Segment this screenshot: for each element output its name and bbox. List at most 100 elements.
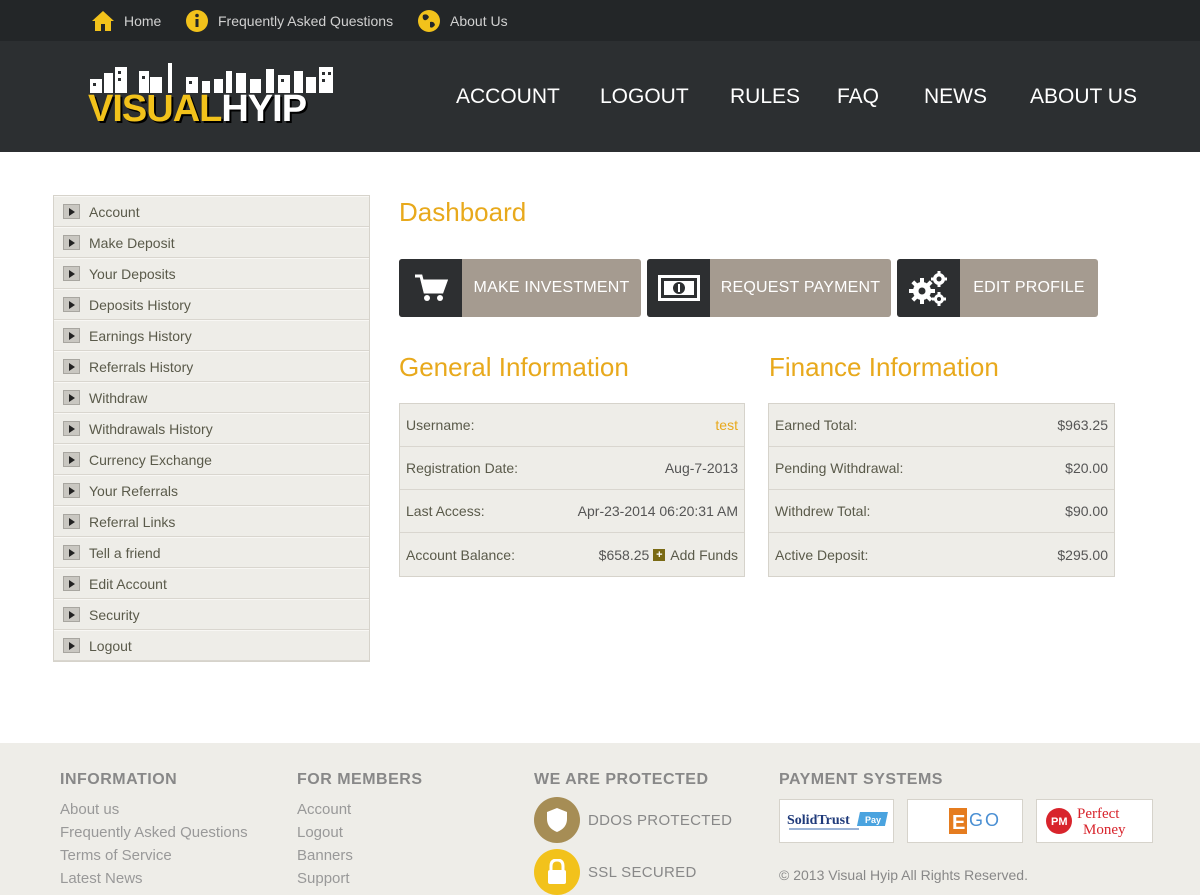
request-payment-button[interactable]: REQUEST PAYMENT [647,259,891,317]
ddos-protected-badge: DDOS PROTECTED [534,797,732,843]
top-link-faq[interactable]: Frequently Asked Questions [184,8,393,34]
site-logo[interactable]: VISUALHYIP [88,63,338,129]
make-investment-button[interactable]: MAKE INVESTMENT [399,259,641,317]
banknote-icon [647,259,710,317]
sidebar-item-edit-account[interactable]: Edit Account [54,568,369,599]
sidebar-item-your-referrals[interactable]: Your Referrals [54,475,369,506]
footer-heading-information: INFORMATION [60,771,178,788]
general-information-heading: General Information [399,352,629,382]
lock-icon [534,849,580,895]
perfect-money-line2: Money [1083,822,1126,838]
nav-news[interactable]: NEWS [924,85,987,113]
nav-rules[interactable]: RULES [730,85,800,113]
sidebar-item-your-deposits[interactable]: Your Deposits [54,258,369,289]
footer-heading-payment-systems: PAYMENT SYSTEMS [779,771,943,788]
svg-text:Pay: Pay [865,815,881,825]
page-title: Dashboard [399,197,527,227]
top-utility-bar: Home Frequently Asked Questions About Us [0,0,1200,41]
top-link-about[interactable]: About Us [416,8,508,34]
svg-text:SolidTrust: SolidTrust [787,813,850,828]
nav-faq[interactable]: FAQ [837,85,879,113]
info-row-username: Username: test [400,404,744,447]
play-arrow-icon [63,266,80,281]
egopay-logo: E G O [949,808,999,834]
info-row-last-access: Last Access: Apr-23-2014 06:20:31 AM [400,490,744,533]
nav-about-us[interactable]: ABOUT US [1030,85,1137,113]
perfect-money-badge-text: PM [1051,816,1068,828]
sidebar-item-logout[interactable]: Logout [54,630,369,661]
play-arrow-icon [63,390,80,405]
footer-link-logout[interactable]: Logout [297,824,343,841]
general-information-table: Username: test Registration Date: Aug-7-20… [399,403,745,577]
svg-text:E: E [952,812,965,834]
sidebar-item-account[interactable]: Account [54,196,369,227]
payment-logo-solidtrust[interactable]: SolidTrust Pay [779,799,894,843]
finance-row-pending-withdrawal: Pending Withdrawal: $20.00 [769,447,1114,490]
info-icon [184,8,210,34]
play-arrow-icon [63,297,80,312]
svg-text:O: O [985,810,999,830]
play-arrow-icon [63,328,80,343]
play-arrow-icon [63,483,80,498]
play-arrow-icon [63,545,80,560]
add-funds-link[interactable]: + Add Funds [653,547,738,563]
footer-link-banners[interactable]: Banners [297,847,353,864]
footer-link-about-us[interactable]: About us [60,801,119,818]
plus-icon: + [653,548,666,561]
sidebar-item-currency-exchange[interactable]: Currency Exchange [54,444,369,475]
site-footer: INFORMATION About us Frequently Asked Qu… [0,743,1200,895]
play-arrow-icon [63,514,80,529]
site-header: VISUALHYIP ACCOUNT LOGOUT RULES FAQ NEWS… [0,41,1200,152]
footer-link-terms[interactable]: Terms of Service [60,847,172,864]
gears-icon [897,259,960,317]
play-arrow-icon [63,576,80,591]
finance-information-heading: Finance Information [769,352,999,382]
sidebar-item-deposits-history[interactable]: Deposits History [54,289,369,320]
footer-link-faq[interactable]: Frequently Asked Questions [60,824,248,841]
sidebar-item-referrals-history[interactable]: Referrals History [54,351,369,382]
nav-logout[interactable]: LOGOUT [600,85,689,113]
sidebar-item-make-deposit[interactable]: Make Deposit [54,227,369,258]
footer-link-support[interactable]: Support [297,870,350,887]
sidebar-item-withdraw[interactable]: Withdraw [54,382,369,413]
play-arrow-icon [63,421,80,436]
globe-icon [416,8,442,34]
play-arrow-icon [63,452,80,467]
play-arrow-icon [63,204,80,219]
nav-account[interactable]: ACCOUNT [456,85,560,113]
sidebar-item-earnings-history[interactable]: Earnings History [54,320,369,351]
perfect-money-logo: PM Perfect Money [1045,806,1126,838]
account-sidebar: Account Make Deposit Your Deposits Depos… [53,195,370,662]
edit-profile-button[interactable]: EDIT PROFILE [897,259,1098,317]
footer-link-account[interactable]: Account [297,801,351,818]
sidebar-item-tell-a-friend[interactable]: Tell a friend [54,537,369,568]
logo-word-visual: VISUAL [88,88,222,130]
shield-icon [534,797,580,843]
finance-information-table: Earned Total: $963.25 Pending Withdrawal:… [768,403,1115,577]
play-arrow-icon [63,607,80,622]
solidtrust-pay-logo: SolidTrust Pay [787,812,888,830]
ssl-secured-badge: SSL SECURED [534,849,697,895]
payment-logo-perfect-money[interactable]: PM Perfect Money [1036,799,1153,843]
footer-heading-protected: WE ARE PROTECTED [534,771,709,788]
play-arrow-icon [63,638,80,653]
logo-word-hyip: HYIP [221,88,307,130]
top-link-home[interactable]: Home [90,8,161,34]
username-link[interactable]: test [715,417,738,433]
info-row-account-balance: Account Balance: $658.25 + Add Funds [406,546,738,563]
cart-icon [399,259,462,317]
perfect-money-line1: Perfect [1077,806,1120,822]
finance-row-active-deposit: Active Deposit: $295.00 [775,546,1108,563]
finance-row-withdrew-total: Withdrew Total: $90.00 [769,490,1114,533]
home-icon [90,8,116,34]
info-row-registration-date: Registration Date: Aug-7-2013 [400,447,744,490]
footer-link-latest-news[interactable]: Latest News [60,870,143,887]
play-arrow-icon [63,235,80,250]
sidebar-item-referral-links[interactable]: Referral Links [54,506,369,537]
play-arrow-icon [63,359,80,374]
sidebar-item-security[interactable]: Security [54,599,369,630]
copyright-text: © 2013 Visual Hyip All Rights Reserved. [779,867,1028,883]
sidebar-item-withdrawals-history[interactable]: Withdrawals History [54,413,369,444]
finance-row-earned-total: Earned Total: $963.25 [769,404,1114,447]
payment-logo-egopay[interactable]: E G O [907,799,1023,843]
